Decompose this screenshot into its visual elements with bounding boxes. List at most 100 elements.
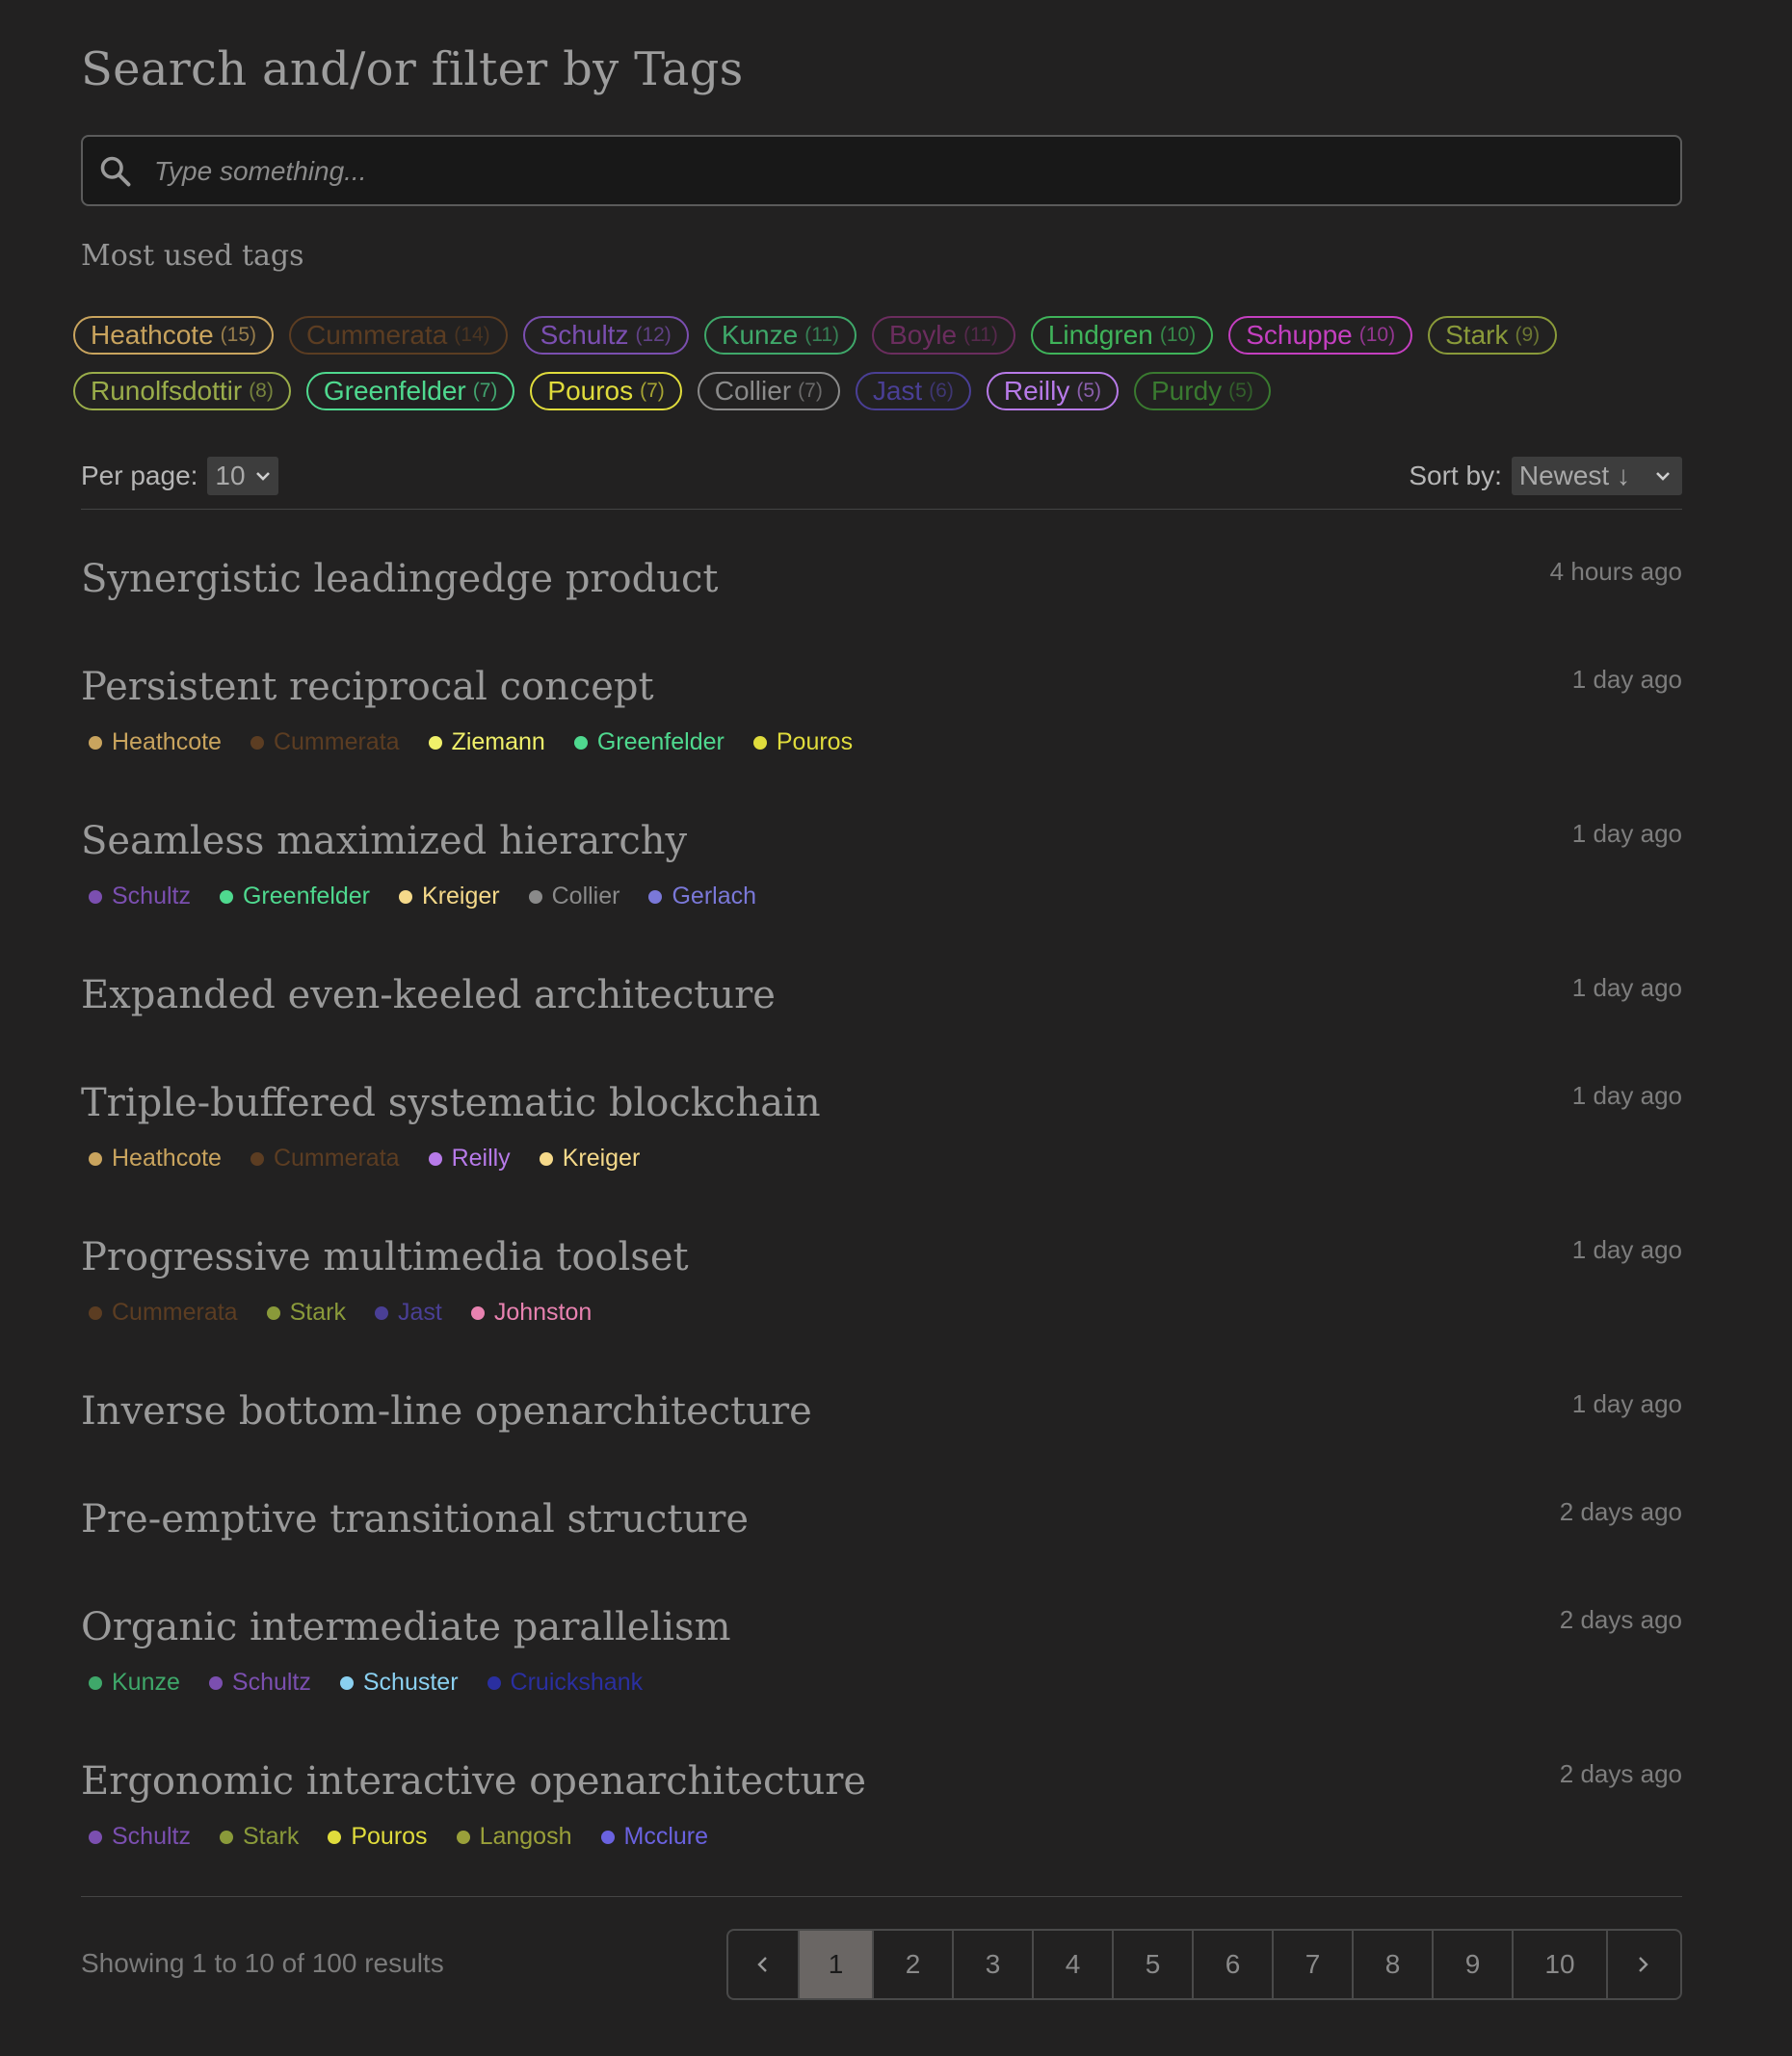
post-tag-reilly[interactable]: Reilly xyxy=(428,1145,511,1173)
post-tag-kreiger[interactable]: Kreiger xyxy=(399,883,500,910)
tag-chip-boyle[interactable]: Boyle (11) xyxy=(872,316,1015,355)
tag-chip-runolfsdottir[interactable]: Runolfsdottir (8) xyxy=(73,372,291,410)
post-tag-schuster[interactable]: Schuster xyxy=(339,1669,459,1697)
post-tag-cruickshank[interactable]: Cruickshank xyxy=(487,1669,643,1697)
post-tags: Cummerata Stark Jast Johnston xyxy=(89,1299,592,1327)
tag-chip-greenfelder[interactable]: Greenfelder (7) xyxy=(305,372,515,410)
post-tag-label: Kreiger xyxy=(562,1145,641,1172)
post-tag-label: Schultz xyxy=(231,1669,311,1696)
tag-chip-stark[interactable]: Stark (9) xyxy=(1428,316,1558,355)
tag-chip-schultz[interactable]: Schultz (12) xyxy=(522,316,689,355)
tag-chip-count: (7) xyxy=(798,380,823,402)
post-tags: Heathcote Cummerata Ziemann Greenfelder Pour… xyxy=(89,728,853,756)
post-title[interactable]: Ergonomic interactive openarchitecture xyxy=(81,1759,866,1804)
post-title[interactable]: Expanded even-keeled architecture xyxy=(81,973,776,1017)
post-tag-label: Heathcote xyxy=(112,1145,222,1172)
post-tag-label: Stark xyxy=(242,1823,300,1850)
post-tag-heathcote[interactable]: Heathcote xyxy=(89,728,222,756)
post-tag-langosh[interactable]: Langosh xyxy=(456,1823,572,1851)
post-tag-label: Cummerata xyxy=(112,1299,238,1326)
page-button-4[interactable]: 4 xyxy=(1034,1931,1114,1998)
post-tag-schultz[interactable]: Schultz xyxy=(208,1669,311,1697)
post-tag-cummerata[interactable]: Cummerata xyxy=(89,1299,238,1327)
post-tag-stark[interactable]: Stark xyxy=(219,1823,300,1851)
post-tag-kreiger[interactable]: Kreiger xyxy=(539,1145,641,1173)
post-tag-johnston[interactable]: Johnston xyxy=(470,1299,592,1327)
tag-chip-count: (11) xyxy=(804,324,840,346)
tag-chip-pouros[interactable]: Pouros (7) xyxy=(530,372,682,410)
page-button-6[interactable]: 6 xyxy=(1194,1931,1274,1998)
sort-select[interactable]: Newest ↓ xyxy=(1511,457,1682,495)
post-timestamp: 2 days ago xyxy=(1559,1605,1682,1634)
tag-chip-collier[interactable]: Collier (7) xyxy=(697,372,840,410)
post-tag-greenfelder[interactable]: Greenfelder xyxy=(219,883,370,910)
post-tag-jast[interactable]: Jast xyxy=(374,1299,442,1327)
page-button-7[interactable]: 7 xyxy=(1274,1931,1354,1998)
post-tag-stark[interactable]: Stark xyxy=(266,1299,346,1327)
post-tag-label: Mcclure xyxy=(623,1823,709,1850)
tag-dot-icon xyxy=(219,889,233,904)
post-tag-ziemann[interactable]: Ziemann xyxy=(428,728,545,756)
tag-dot-icon xyxy=(528,889,542,904)
tag-dot-icon xyxy=(266,1305,280,1320)
tag-chip-label: Runolfsdottir xyxy=(91,376,243,406)
next-page-button[interactable] xyxy=(1608,1931,1677,1998)
tag-chip-kunze[interactable]: Kunze (11) xyxy=(703,316,857,355)
post-tag-label: Cummerata xyxy=(273,1145,400,1172)
page-button-10[interactable]: 10 xyxy=(1514,1931,1608,1998)
page-button-2[interactable]: 2 xyxy=(874,1931,954,1998)
post-title[interactable]: Seamless maximized hierarchy xyxy=(81,819,687,863)
tag-chip-heathcote[interactable]: Heathcote (15) xyxy=(73,316,274,355)
tag-chip-reilly[interactable]: Reilly (5) xyxy=(986,372,1119,410)
prev-page-button[interactable] xyxy=(728,1931,800,1998)
post-tag-mcclure[interactable]: Mcclure xyxy=(600,1823,709,1851)
post-tag-schultz[interactable]: Schultz xyxy=(89,883,191,910)
post-tag-greenfelder[interactable]: Greenfelder xyxy=(573,728,725,756)
tag-chip-label: Lindgren xyxy=(1047,320,1153,350)
tag-chip-purdy[interactable]: Purdy (5) xyxy=(1134,372,1271,410)
post-title[interactable]: Organic intermediate parallelism xyxy=(81,1605,731,1649)
post-tag-label: Stark xyxy=(289,1299,346,1326)
tag-chip-lindgren[interactable]: Lindgren (10) xyxy=(1030,316,1214,355)
page-button-3[interactable]: 3 xyxy=(954,1931,1034,1998)
post-title[interactable]: Persistent reciprocal concept xyxy=(81,665,654,709)
post-tags: Heathcote Cummerata Reilly Kreiger xyxy=(89,1145,640,1173)
post-tags: Kunze Schultz Schuster Cruickshank xyxy=(89,1669,643,1697)
page-button-5[interactable]: 5 xyxy=(1114,1931,1194,1998)
tag-chip-cummerata[interactable]: Cummerata (14) xyxy=(289,316,508,355)
post-tag-pouros[interactable]: Pouros xyxy=(752,728,853,756)
tag-dot-icon xyxy=(89,1675,102,1690)
post-tag-cummerata[interactable]: Cummerata xyxy=(250,1145,400,1173)
tag-chip-label: Boyle xyxy=(889,320,958,350)
post-tag-kunze[interactable]: Kunze xyxy=(89,1669,180,1697)
tag-chip-schuppe[interactable]: Schuppe (10) xyxy=(1228,316,1413,355)
page-number-label: 9 xyxy=(1464,1949,1481,1979)
post-tag-heathcote[interactable]: Heathcote xyxy=(89,1145,222,1173)
post-title[interactable]: Synergistic leadingedge product xyxy=(81,557,718,601)
tag-chip-label: Purdy xyxy=(1151,376,1223,406)
post-tag-pouros[interactable]: Pouros xyxy=(328,1823,428,1851)
tag-chip-count: (5) xyxy=(1228,380,1253,402)
tag-chip-jast[interactable]: Jast (6) xyxy=(855,372,971,410)
page-button-1[interactable]: 1 xyxy=(800,1931,874,1998)
list-controls: Per page: 10 Sort by: Newest ↓ xyxy=(81,455,1682,510)
page-button-8[interactable]: 8 xyxy=(1354,1931,1434,1998)
tag-chip-count: (14) xyxy=(454,324,490,346)
tag-chip-label: Collier xyxy=(714,376,792,406)
post-tag-cummerata[interactable]: Cummerata xyxy=(250,728,400,756)
tag-chip-count: (11) xyxy=(963,324,998,346)
search-input[interactable] xyxy=(152,137,1659,206)
search-box[interactable] xyxy=(81,135,1682,206)
per-page-select[interactable]: 10 xyxy=(207,457,278,495)
post-tag-schultz[interactable]: Schultz xyxy=(89,1823,191,1851)
post-tag-label: Greenfelder xyxy=(596,728,725,755)
post-tag-collier[interactable]: Collier xyxy=(528,883,619,910)
post-title[interactable]: Inverse bottom-line openarchitecture xyxy=(81,1389,812,1434)
tag-dot-icon xyxy=(328,1830,342,1844)
post-title[interactable]: Pre-emptive transitional structure xyxy=(81,1497,749,1542)
sort-control: Sort by: Newest ↓ xyxy=(1409,457,1682,495)
page-button-9[interactable]: 9 xyxy=(1434,1931,1514,1998)
post-tag-gerlach[interactable]: Gerlach xyxy=(648,883,756,910)
post-title[interactable]: Triple-buffered systematic blockchain xyxy=(81,1081,821,1125)
post-title[interactable]: Progressive multimedia toolset xyxy=(81,1235,689,1279)
